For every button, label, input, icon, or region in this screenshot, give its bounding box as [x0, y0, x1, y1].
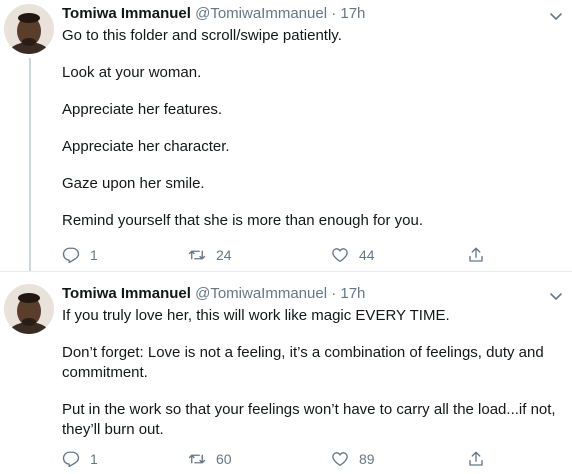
like-count: 89: [359, 451, 375, 467]
reply-count: 1: [90, 247, 98, 263]
retweet-icon: [188, 250, 206, 260]
heart-icon: [332, 248, 348, 263]
reply-icon: [62, 451, 80, 468]
tweet-paragraph: Go to this folder and scroll/swipe patie…: [62, 27, 342, 44]
separator-dot: ·: [331, 5, 337, 22]
retweet-button[interactable]: 60: [188, 449, 232, 469]
author-handle[interactable]: @TomiwaImmanuel: [195, 285, 327, 302]
share-button[interactable]: [467, 245, 495, 265]
tweet-paragraph: If you truly love her, this will work li…: [62, 307, 450, 324]
timestamp[interactable]: 17h: [340, 285, 365, 302]
separator-dot: ·: [331, 285, 337, 302]
like-button[interactable]: 44: [331, 245, 375, 265]
author-name[interactable]: Tomiwa Immanuel: [62, 5, 191, 22]
timestamp[interactable]: 17h: [340, 5, 365, 22]
avatar[interactable]: [4, 4, 54, 54]
retweet-button[interactable]: 24: [188, 245, 232, 265]
reply-icon: [62, 247, 80, 264]
tweet-header: Tomiwa Immanuel @TomiwaImmanuel · 17h: [62, 4, 365, 24]
avatar[interactable]: [4, 284, 54, 334]
tweet-paragraph: Appreciate her character.: [62, 138, 230, 155]
tweet-paragraph: Appreciate her features.: [62, 101, 223, 118]
author-handle[interactable]: @TomiwaImmanuel: [195, 5, 327, 22]
reply-button[interactable]: 1: [62, 449, 98, 469]
chevron-down-icon[interactable]: [548, 288, 564, 304]
tweet-text: Go to this folder and scroll/swipe patie…: [62, 26, 562, 231]
retweet-count: 24: [216, 247, 232, 263]
tweet-paragraph: Remind yourself that she is more than en…: [62, 212, 424, 229]
tweet-header: Tomiwa Immanuel @TomiwaImmanuel · 17h: [62, 284, 365, 304]
like-button[interactable]: 89: [331, 449, 375, 469]
thread-line: [29, 58, 31, 271]
retweet-count: 60: [216, 451, 232, 467]
tweet-paragraph: Look at your woman.: [62, 64, 202, 81]
reply-count: 1: [90, 451, 98, 467]
heart-icon: [332, 452, 348, 467]
retweet-icon: [188, 454, 206, 464]
tweet[interactable]: Tomiwa Immanuel @TomiwaImmanuel · 17h Go…: [0, 0, 572, 271]
share-icon: [469, 247, 483, 262]
tweet[interactable]: Tomiwa Immanuel @TomiwaImmanuel · 17h If…: [0, 271, 572, 474]
like-count: 44: [359, 247, 375, 263]
author-name[interactable]: Tomiwa Immanuel: [62, 285, 191, 302]
share-button[interactable]: [467, 449, 495, 469]
chevron-down-icon[interactable]: [548, 8, 564, 24]
tweet-paragraph: Don’t forget: Love is not a feeling, it’…: [62, 344, 544, 381]
tweet-paragraph: Put in the work so that your feelings wo…: [62, 401, 556, 438]
share-icon: [469, 451, 483, 466]
tweet-paragraph: Gaze upon her smile.: [62, 175, 205, 192]
reply-button[interactable]: 1: [62, 245, 98, 265]
tweet-text: If you truly love her, this will work li…: [62, 306, 562, 440]
